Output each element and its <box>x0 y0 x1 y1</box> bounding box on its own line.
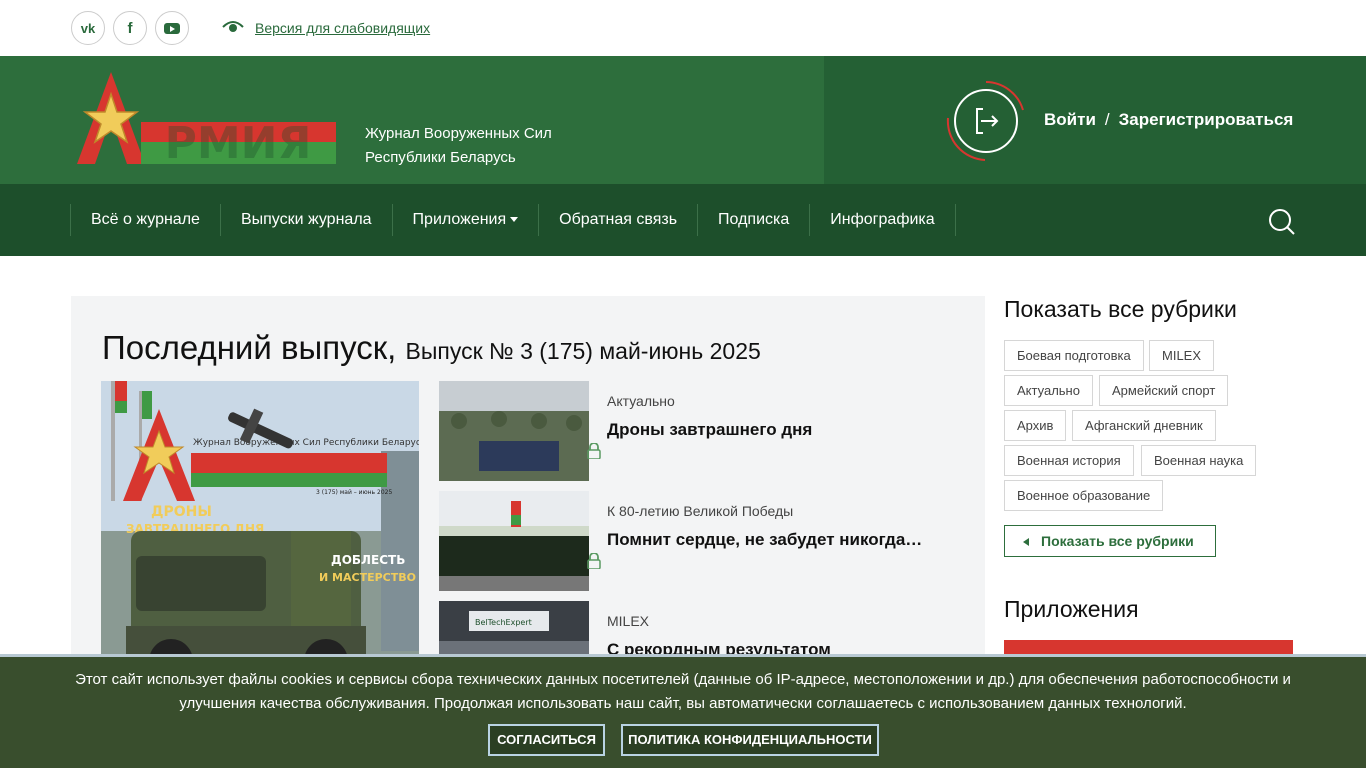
main-nav: Всё о журнале Выпуски журнала Приложения… <box>0 184 1366 256</box>
cover-headline-3: ДОБЛЕСТЬ <box>331 553 405 567</box>
latest-issue-heading: Последний выпуск, <box>102 329 397 366</box>
nav-item-issues[interactable]: Выпуски журнала <box>219 204 392 236</box>
article-title[interactable]: Помнит сердце, не забудет никогда… <box>607 530 922 550</box>
search-icon[interactable] <box>1268 208 1296 236</box>
cover-issue-line: 3 (175) май – июнь 2025 <box>316 489 392 496</box>
cookie-agree-button[interactable]: СОГЛАСИТЬСЯ <box>488 724 605 756</box>
nav-item-apps-label: Приложения <box>412 211 507 228</box>
thumb-caption: BelTechExpert <box>475 618 532 627</box>
article-title[interactable]: Дроны завтрашнего дня <box>607 420 812 440</box>
rubric-tag[interactable]: Армейский спорт <box>1099 375 1229 406</box>
army-logo[interactable]: РМИЯ <box>71 72 336 170</box>
nav-item-infographics[interactable]: Инфографика <box>809 204 956 236</box>
rubric-tag[interactable]: MILEX <box>1149 340 1215 371</box>
site-header: РМИЯ Журнал Вооруженных Сил Республики Б… <box>0 56 1366 184</box>
latest-issue-title: Последний выпуск, Выпуск № 3 (175) май-и… <box>102 329 761 367</box>
rubric-tag[interactable]: Военная наука <box>1141 445 1257 476</box>
cover-headline-1: ДРОНЫ <box>151 504 212 520</box>
article-thumbnail[interactable] <box>439 381 589 481</box>
facebook-icon[interactable]: f <box>113 11 147 45</box>
youtube-play-shape <box>164 22 180 34</box>
cookie-banner: Этот сайт использует файлы cookies и сер… <box>0 654 1366 768</box>
rubrics-title: Показать все рубрики <box>1004 296 1237 322</box>
show-all-rubrics-label: Показать все рубрики <box>1041 533 1194 549</box>
auth-links: Войти / Зарегистрироваться <box>1044 110 1293 130</box>
top-bar: vk f Версия для слабовидящих <box>0 0 1366 56</box>
privacy-policy-button[interactable]: ПОЛИТИКА КОНФИДЕНЦИАЛЬНОСТИ <box>621 724 879 756</box>
rubric-tag[interactable]: Архив <box>1004 410 1067 441</box>
rubric-tag[interactable]: Актуально <box>1004 375 1093 406</box>
article-category[interactable]: MILEX <box>607 613 649 629</box>
youtube-icon[interactable] <box>155 11 189 45</box>
eye-icon <box>222 21 244 32</box>
article-category[interactable]: Актуально <box>607 393 675 409</box>
rubric-tag[interactable]: Военная история <box>1004 445 1134 476</box>
nav-item-apps[interactable]: Приложения <box>391 204 539 236</box>
nav-item-feedback[interactable]: Обратная связь <box>538 204 697 236</box>
rubric-tag[interactable]: Военное образование <box>1004 480 1164 511</box>
cover-headline-4: И МАСТЕРСТВО <box>319 571 416 584</box>
lock-icon <box>587 443 601 459</box>
triangle-left-icon <box>1023 538 1029 547</box>
article-item[interactable]: К 80-летию Великой Победы Помнит сердце,… <box>439 491 969 591</box>
rubric-tag[interactable]: Афганский дневник <box>1072 410 1216 441</box>
article-category[interactable]: К 80-летию Великой Победы <box>607 503 793 519</box>
tagline-line-1: Журнал Вооруженных Сил <box>365 125 552 142</box>
nav-item-about[interactable]: Всё о журнале <box>70 204 220 236</box>
cookie-text: Этот сайт использует файлы cookies и сер… <box>75 671 1291 712</box>
nav-item-subscription[interactable]: Подписка <box>697 204 809 236</box>
article-thumbnail[interactable] <box>439 491 589 591</box>
latest-issue-number[interactable]: Выпуск № 3 (175) май-июнь 2025 <box>406 338 761 364</box>
article-item[interactable]: Актуально Дроны завтрашнего дня <box>439 381 969 481</box>
lock-icon <box>587 553 601 569</box>
site-tagline: Журнал Вооруженных Сил Республики Белару… <box>365 122 552 170</box>
apps-title: Приложения <box>1004 596 1139 622</box>
low-vision-link[interactable]: Версия для слабовидящих <box>255 20 430 36</box>
svg-text:РМИЯ: РМИЯ <box>165 118 312 169</box>
login-link[interactable]: Войти <box>1044 110 1096 129</box>
auth-separator: / <box>1104 110 1110 129</box>
register-link[interactable]: Зарегистрироваться <box>1119 110 1294 129</box>
login-icon[interactable] <box>945 80 1027 162</box>
vk-icon[interactable]: vk <box>71 11 105 45</box>
cover-header-text: Журнал Вооруженных Сил Республики Белару… <box>193 438 419 448</box>
show-all-rubrics-button[interactable]: Показать все рубрики <box>1004 525 1216 557</box>
tagline-line-2: Республики Беларусь <box>365 149 516 166</box>
rubric-tag[interactable]: Боевая подготовка <box>1004 340 1144 371</box>
nav-list: Всё о журнале Выпуски журнала Приложения… <box>70 204 956 236</box>
chevron-down-icon <box>510 217 519 223</box>
